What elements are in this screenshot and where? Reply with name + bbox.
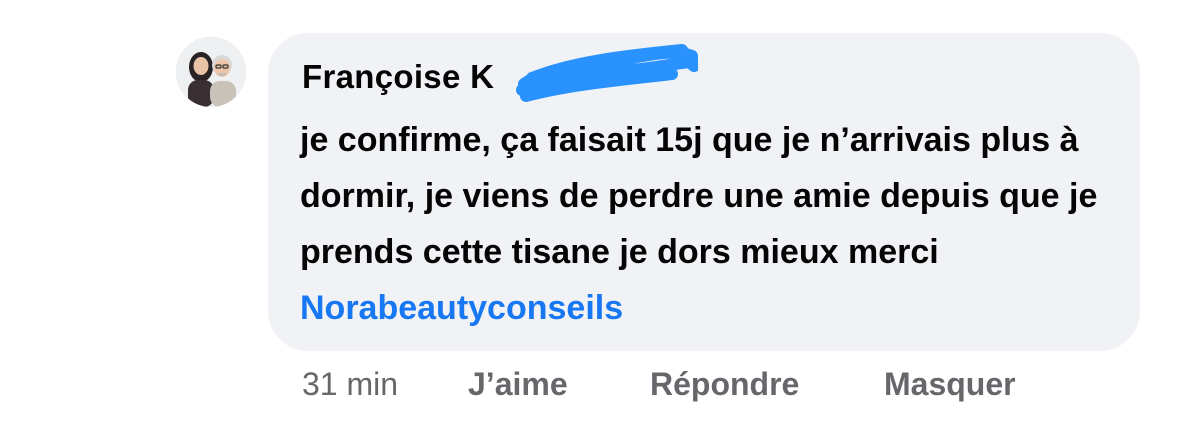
avatar[interactable]	[176, 37, 246, 107]
hide-button[interactable]: Masquer	[884, 366, 1016, 403]
redaction-scribble	[516, 44, 698, 102]
comment-body: je confirme, ça faisait 15j que je n’arr…	[300, 121, 1098, 271]
like-button[interactable]: J’aime	[468, 366, 568, 403]
comment-author[interactable]: Françoise K	[302, 58, 494, 96]
reply-button[interactable]: Répondre	[650, 366, 799, 403]
comment-text: je confirme, ça faisait 15j que je n’arr…	[300, 112, 1120, 336]
timestamp[interactable]: 31 min	[302, 366, 398, 403]
mention-link[interactable]: Norabeautyconseils	[300, 289, 623, 327]
